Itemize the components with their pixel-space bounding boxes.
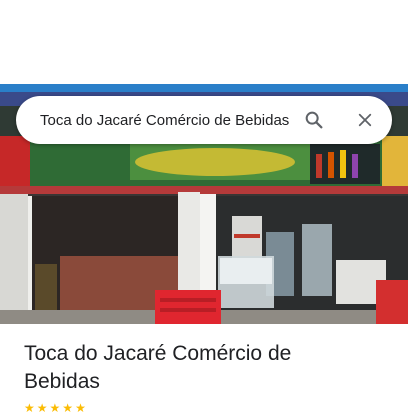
search-bar[interactable]: Toca do Jacaré Comércio de Bebidas <box>16 96 392 144</box>
star-icon: ★ <box>49 401 61 415</box>
star-icon: ★ <box>75 401 86 415</box>
clear-search-button[interactable] <box>353 108 377 132</box>
star-icon: ★ <box>24 401 35 415</box>
search-icon <box>305 111 323 129</box>
rating-stars: ★ ★ ★ ★ ★ <box>24 402 86 414</box>
close-icon <box>358 113 372 127</box>
search-button[interactable] <box>302 108 326 132</box>
search-input[interactable]: Toca do Jacaré Comércio de Bebidas <box>40 112 290 129</box>
star-icon: ★ <box>62 401 74 415</box>
star-icon: ★ <box>36 401 48 415</box>
place-title: Toca do Jacaré Comércio de Bebidas <box>24 342 292 393</box>
map-area <box>0 0 408 84</box>
